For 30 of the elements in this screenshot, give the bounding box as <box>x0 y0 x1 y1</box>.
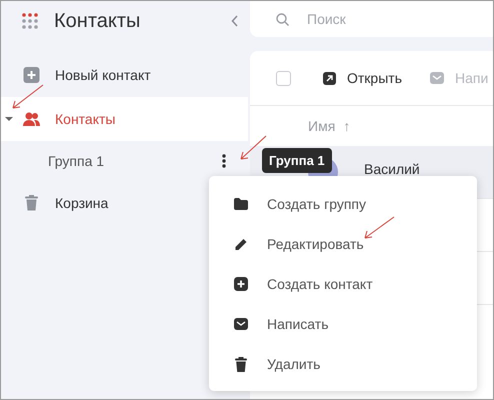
more-options-icon[interactable] <box>222 154 226 168</box>
people-icon <box>23 112 40 126</box>
sidebar-item[interactable]: Контакты <box>1 97 248 141</box>
app-title: Контакты <box>54 10 142 32</box>
collapse-icon[interactable] <box>231 15 239 27</box>
envelope-icon <box>430 72 444 84</box>
menu-item[interactable]: Создать контакт <box>209 264 477 304</box>
annotation-arrow <box>239 135 267 161</box>
sidebar-item[interactable]: Новый контакт <box>1 53 248 97</box>
plus-icon <box>234 277 248 291</box>
trash-icon <box>234 356 248 372</box>
open-icon <box>323 72 336 84</box>
tooltip: Группа 1 <box>262 148 332 173</box>
search-icon <box>276 13 289 26</box>
group-item[interactable]: Группа 1 <box>1 141 248 181</box>
plus-icon <box>23 67 40 83</box>
menu-item[interactable]: Удалить <box>209 344 477 384</box>
menu-item[interactable]: Редактировать <box>209 224 477 264</box>
toolbar-button[interactable]: Открыть <box>323 70 402 86</box>
folder-icon <box>234 198 248 210</box>
annotation-arrow <box>11 84 45 110</box>
menu-item[interactable]: Написать <box>209 304 477 344</box>
pencil-icon <box>234 238 248 250</box>
annotation-arrow <box>363 216 395 240</box>
trash-icon <box>23 195 40 211</box>
envelope-icon <box>234 318 248 330</box>
search-field[interactable]: Поиск <box>250 1 493 37</box>
caret-icon[interactable] <box>5 116 13 122</box>
select-all-checkbox[interactable] <box>276 70 291 86</box>
apps-grid-icon[interactable] <box>22 13 38 29</box>
